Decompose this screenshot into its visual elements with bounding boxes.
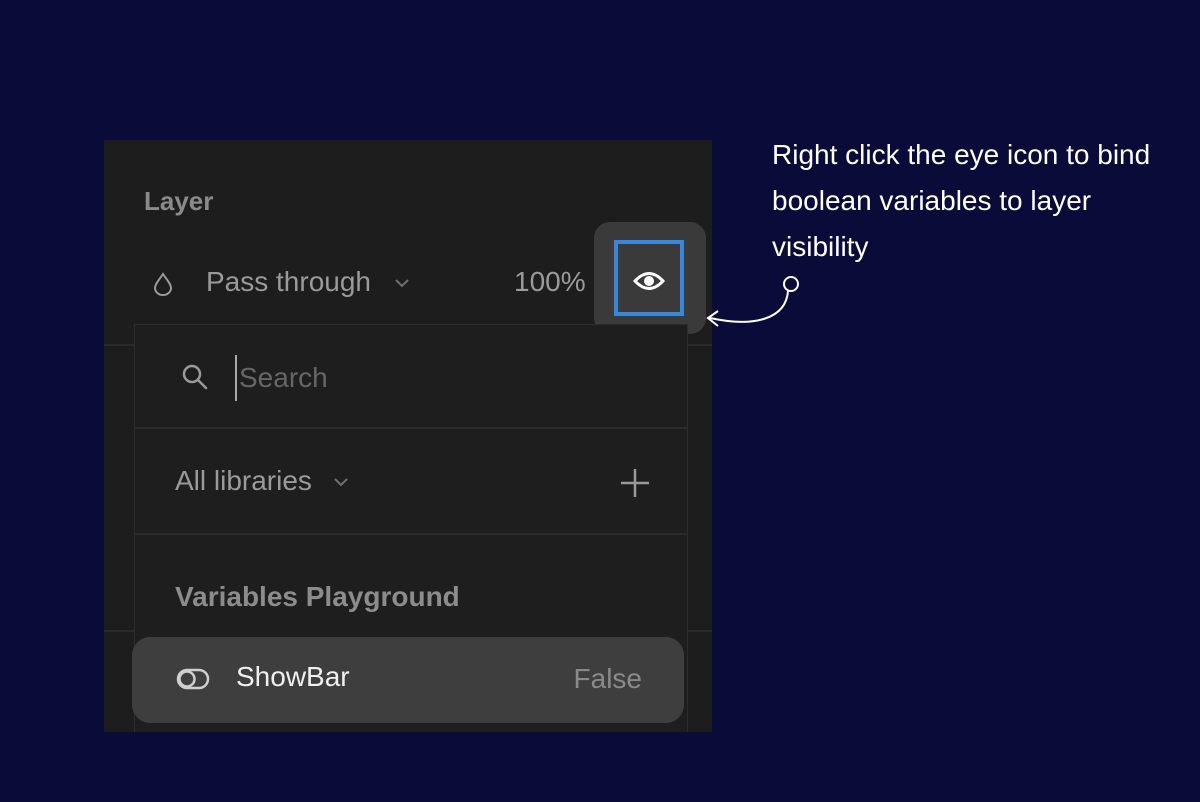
opacity-input[interactable]: 100% (514, 266, 586, 298)
visibility-toggle-button[interactable] (594, 222, 706, 334)
panel-title: Layer (144, 186, 214, 216)
blend-mode-select[interactable]: Pass through (206, 266, 371, 298)
add-icon[interactable] (617, 465, 653, 501)
variable-value: False (573, 663, 642, 694)
annotation-text: Right click the eye icon to bind boolean… (772, 139, 1151, 262)
drop-icon (153, 272, 173, 296)
variable-item-showbar[interactable]: ShowBar False (132, 637, 684, 723)
variable-group-label: Variables Playground (175, 581, 460, 612)
chevron-down-icon[interactable] (394, 278, 410, 288)
search-input[interactable] (235, 355, 621, 401)
chevron-down-icon[interactable] (333, 477, 349, 487)
eye-icon (632, 272, 666, 290)
library-filter-select[interactable]: All libraries (175, 465, 312, 497)
layer-panel: Layer Pass through 100% All libraries (104, 140, 712, 732)
variable-name: ShowBar (236, 661, 350, 692)
search-icon (182, 364, 208, 390)
boolean-toggle-icon (176, 668, 210, 690)
divider (135, 533, 687, 535)
divider (135, 427, 687, 429)
annotation-arrow (706, 276, 799, 327)
